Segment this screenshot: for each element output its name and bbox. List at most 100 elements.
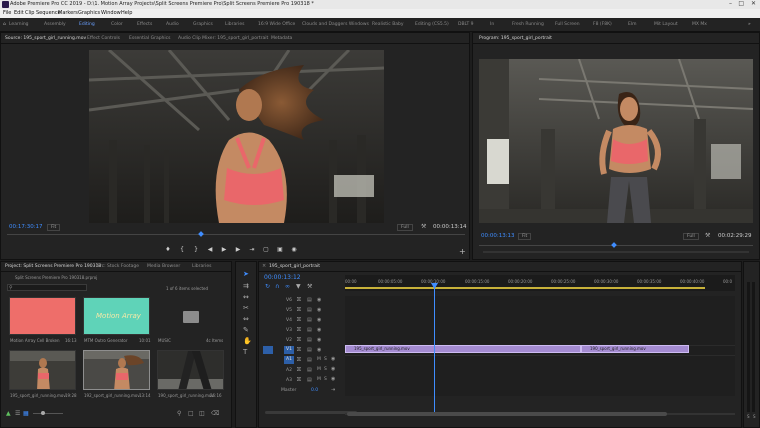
track-area[interactable]: 195_sport_girl_running.mov 190_sport_gir… — [345, 296, 735, 396]
step-back-icon[interactable]: ◀ — [207, 247, 213, 253]
source-playhead[interactable] — [198, 231, 204, 237]
sync-lock-icon[interactable]: ▤ — [307, 337, 312, 343]
snap-icon[interactable]: ∩ — [275, 283, 279, 290]
timeline-settings-icon[interactable]: ⚒ — [307, 283, 312, 290]
lock-icon[interactable]: ⛝ — [297, 327, 301, 333]
sync-lock-icon[interactable]: ▤ — [307, 327, 312, 333]
timeline-playhead-line[interactable] — [434, 284, 435, 412]
timeline-scroll-thumb[interactable] — [347, 412, 667, 416]
linked-selection-icon[interactable]: ∞ — [285, 283, 290, 290]
close-sequence-icon[interactable]: × — [262, 263, 266, 269]
menu-sequence[interactable]: Sequence — [36, 10, 61, 16]
export-frame-icon[interactable]: ◉ — [291, 247, 297, 253]
tab-project[interactable]: Project: Split Screens Premiere Pro 1903… — [5, 264, 101, 269]
tab-stock-footage[interactable]: Src: Stock Footage — [97, 264, 139, 269]
lock-icon[interactable]: ⛝ — [297, 367, 301, 373]
project-item-thumb[interactable] — [9, 350, 76, 390]
master-skip-icon[interactable]: ⇥ — [331, 387, 335, 393]
workspace-color[interactable]: Color — [111, 22, 123, 27]
eye-icon[interactable]: ◉ — [317, 327, 321, 333]
insert-icon[interactable]: ▢ — [263, 247, 269, 253]
workspace-assembly[interactable]: Assembly — [44, 22, 66, 27]
tab-audio-clip-mixer[interactable]: Audio Clip Mixer: 195_sport_girl_portrai… — [178, 36, 268, 41]
solo-button[interactable]: S — [324, 357, 327, 362]
selection-tool-icon[interactable]: ➤ — [243, 270, 249, 278]
lock-icon[interactable]: ⛝ — [297, 337, 301, 343]
workspace-audio[interactable]: Audio — [166, 22, 179, 27]
writable-lock-icon[interactable]: ▲ — [6, 410, 11, 417]
maximize-icon[interactable]: □ — [738, 0, 744, 7]
go-to-out-icon[interactable]: ⇥ — [249, 247, 255, 253]
workspace-full-screen[interactable]: Full Screen — [555, 22, 580, 27]
minimize-icon[interactable]: – — [729, 0, 732, 7]
source-timecode[interactable]: 00:17:30:17 — [9, 224, 43, 230]
workspace-effects[interactable]: Effects — [137, 22, 152, 27]
microphone-icon[interactable]: ◉ — [331, 376, 335, 382]
master-value[interactable]: 0.0 — [311, 388, 318, 393]
eye-icon[interactable]: ◉ — [317, 347, 321, 353]
add-marker-icon[interactable]: ▼ — [296, 283, 301, 290]
lock-icon[interactable]: ⛝ — [297, 317, 301, 323]
overwrite-icon[interactable]: ▣ — [277, 247, 283, 253]
workspace-fresh-running[interactable]: Fresh Running — [512, 22, 544, 27]
workspace-mit-layout[interactable]: Mit Layout — [654, 22, 678, 27]
workspace-learning[interactable]: Learning — [9, 22, 29, 27]
tab-libraries[interactable]: Libraries — [192, 264, 211, 269]
menu-window[interactable]: Window — [101, 10, 121, 16]
workspace-editing-cs55[interactable]: Editing (CS5.5) — [415, 22, 449, 27]
timeline-clip[interactable]: 195_sport_girl_running.mov — [345, 345, 581, 353]
menu-edit[interactable]: Edit — [14, 10, 24, 16]
source-scrub-bar[interactable] — [7, 234, 465, 235]
sync-lock-icon[interactable]: ▤ — [307, 307, 312, 313]
microphone-icon[interactable]: ◉ — [331, 366, 335, 372]
nest-toggle-icon[interactable]: ↻ — [265, 283, 270, 290]
program-playhead[interactable] — [611, 242, 617, 248]
mute-button[interactable]: M — [317, 357, 321, 362]
source-wrench-icon[interactable]: ⚒ — [421, 223, 426, 230]
source-full-dropdown[interactable]: Full — [397, 224, 413, 231]
project-item-thumb-selected[interactable] — [83, 350, 150, 390]
project-item-bin[interactable] — [157, 297, 224, 335]
workspace-realistic-baby[interactable]: Realistic Baby — [372, 22, 404, 27]
workspace-elm[interactable]: Elm — [628, 22, 636, 27]
tab-media-browser[interactable]: Media Browser — [147, 264, 180, 269]
zoom-slider[interactable] — [33, 413, 63, 414]
sync-lock-icon[interactable]: ▤ — [307, 357, 312, 363]
sync-lock-icon[interactable]: ▤ — [307, 367, 312, 373]
go-to-in-icon[interactable]: } — [193, 247, 199, 253]
slip-tool-icon[interactable]: ⇔ — [243, 315, 249, 323]
sync-lock-icon[interactable]: ▤ — [307, 297, 312, 303]
lock-icon[interactable]: ⛝ — [297, 357, 301, 363]
timeline-clip[interactable]: 190_sport_girl_running.mov — [581, 345, 689, 353]
workspace-wide-office[interactable]: 16:9 Wide Office — [258, 22, 295, 27]
menu-markers[interactable]: Markers — [58, 10, 78, 16]
menu-clip[interactable]: Clip — [25, 10, 34, 16]
find-icon[interactable]: ⚲ — [177, 410, 181, 417]
track-label[interactable]: A1 — [284, 356, 294, 364]
mute-button[interactable]: M — [317, 367, 321, 372]
timeline-timecode[interactable]: 00:00:13:12 — [264, 274, 301, 281]
meter-solo-right[interactable]: S — [753, 414, 756, 419]
menu-graphics[interactable]: Graphics — [78, 10, 100, 16]
step-forward-icon[interactable]: ▶ — [235, 247, 241, 253]
tab-source[interactable]: Source: 195_sport_girl_running.mov — [5, 36, 86, 41]
mark-out-icon[interactable]: { — [179, 247, 185, 253]
new-item-icon[interactable]: ◫ — [199, 410, 205, 417]
eye-icon[interactable]: ◉ — [317, 337, 321, 343]
workspace-f8[interactable]: F8 (F8K) — [593, 22, 612, 27]
play-icon[interactable]: ▶ — [221, 247, 227, 253]
workspace-mx[interactable]: MX Mx — [692, 22, 707, 27]
workspace-graphics[interactable]: Graphics — [193, 22, 213, 27]
microphone-icon[interactable]: ◉ — [331, 356, 335, 362]
workspace-libraries[interactable]: Libraries — [225, 22, 244, 27]
new-bin-icon[interactable]: □ — [188, 410, 194, 417]
sync-lock-icon[interactable]: ▤ — [307, 317, 312, 323]
eye-icon[interactable]: ◉ — [317, 297, 321, 303]
razor-tool-icon[interactable]: ✂ — [243, 304, 249, 312]
eye-icon[interactable]: ◉ — [317, 317, 321, 323]
solo-button[interactable]: S — [324, 377, 327, 382]
source-fit-dropdown[interactable]: Fit — [47, 224, 61, 231]
sync-lock-icon[interactable]: ▤ — [307, 377, 312, 383]
menu-file[interactable]: File — [3, 10, 11, 16]
menu-help[interactable]: Help — [121, 10, 132, 16]
